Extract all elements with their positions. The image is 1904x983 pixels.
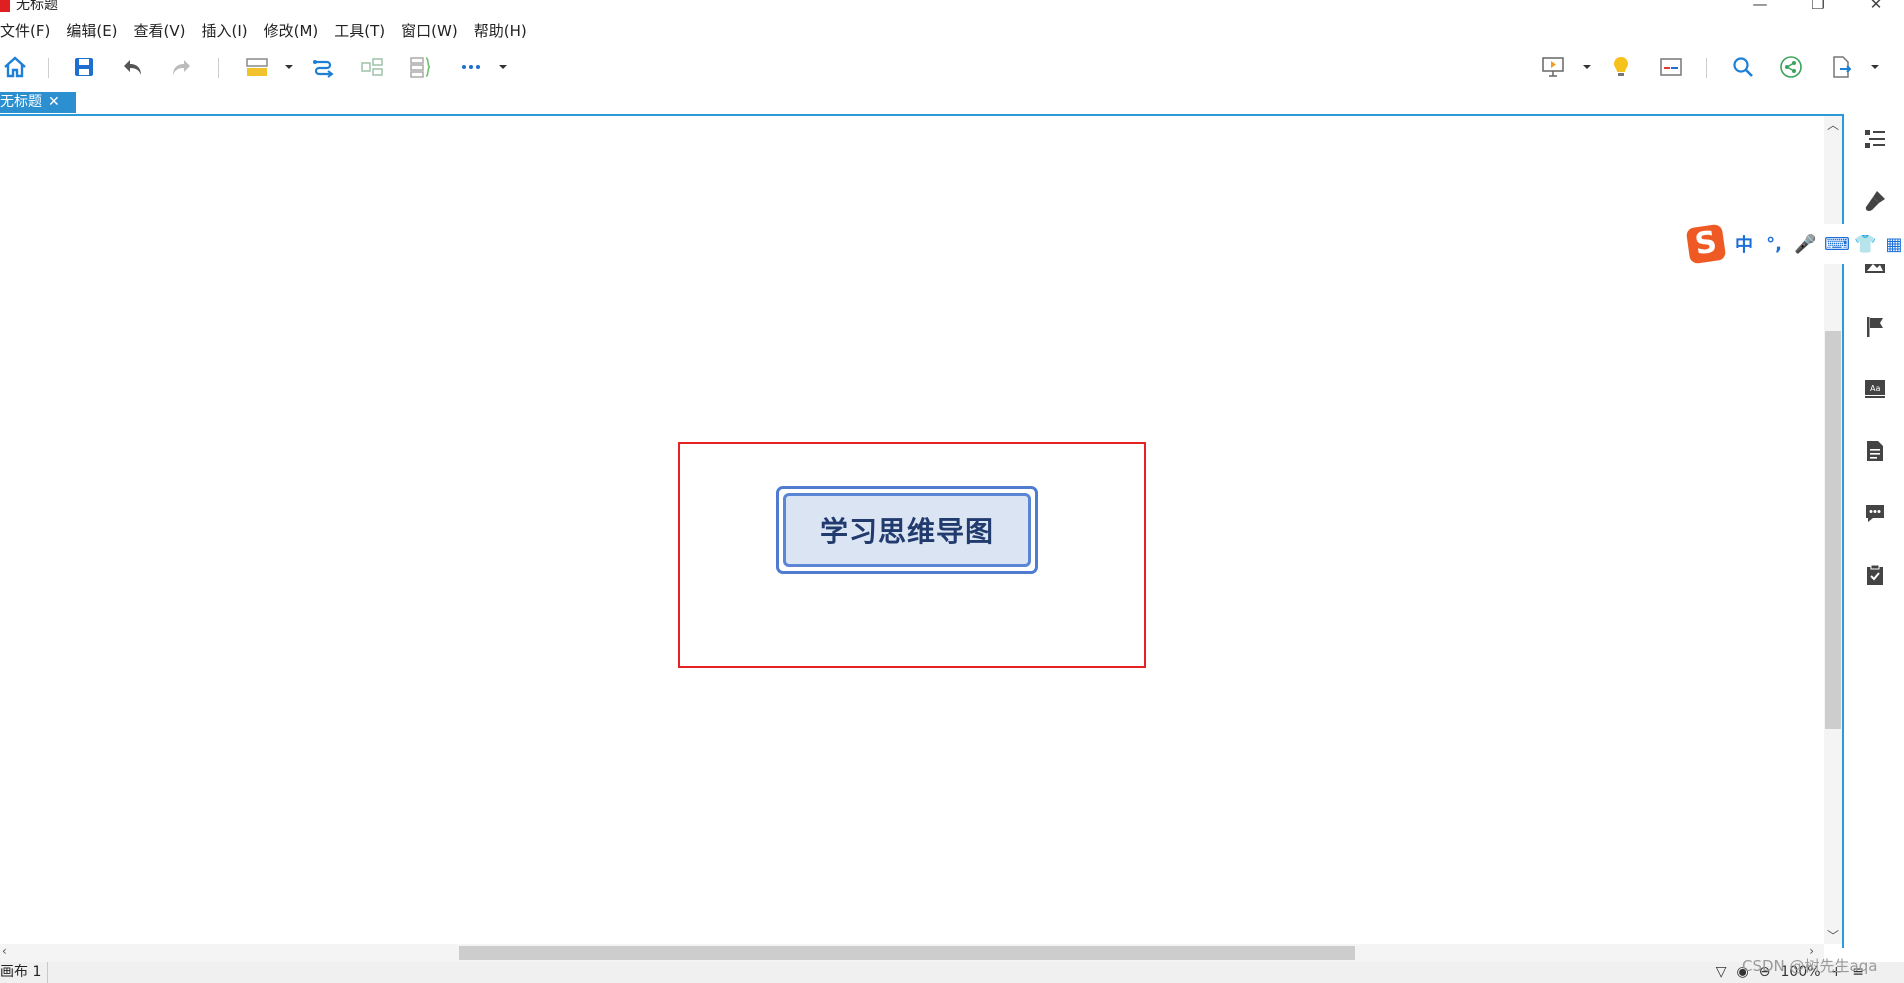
ime-voice-icon[interactable]: 🎤 [1794,234,1816,255]
redo-icon[interactable] [166,52,196,82]
minimize-button[interactable]: — [1740,0,1780,13]
format-brush-icon[interactable] [1862,188,1888,214]
window-title: 无标题 [16,0,58,13]
close-window-button[interactable]: ✕ [1856,0,1896,13]
home-icon[interactable] [0,52,30,82]
undo-icon[interactable] [118,52,148,82]
scroll-up-icon[interactable]: ︿ [1824,116,1842,133]
ime-toolbar: S 中 °, 🎤 ⌨ 👕 ▦ [1685,223,1904,265]
scroll-left-icon[interactable]: ‹ [2,944,7,958]
presentation-dropdown-icon[interactable] [1580,58,1594,76]
ime-chinese-mode[interactable]: 中 [1734,231,1754,257]
watermark: CSDN @树先生aqa [1742,957,1878,975]
outline-icon[interactable] [1656,52,1686,82]
central-topic-label: 学习思维导图 [783,493,1031,567]
filter-icon[interactable]: ▽ [1716,962,1727,983]
comment-icon[interactable] [1862,500,1888,526]
insert-topic-icon[interactable] [242,52,272,82]
maximize-button[interactable]: ❐ [1798,0,1838,13]
title-bar: 无标题 — ❐ ✕ [0,0,1904,14]
horizontal-scroll-thumb[interactable] [459,946,1355,960]
relationship-icon[interactable] [308,52,338,82]
ime-skin-icon[interactable]: 👕 [1854,234,1876,255]
menu-bar: 文件(F) 编辑(E) 查看(V) 插入(I) 修改(M) 工具(T) 窗口(W… [0,20,537,42]
central-topic[interactable]: 学习思维导图 [776,486,1038,574]
tab-bar: 无标题 ✕ [0,92,1904,114]
menu-window[interactable]: 窗口(W) [395,20,466,42]
task-icon[interactable] [1862,562,1888,588]
menu-insert[interactable]: 插入(I) [196,20,256,42]
scroll-down-icon[interactable]: ﹀ [1824,927,1842,944]
marker-flag-icon[interactable] [1862,314,1888,340]
menu-file[interactable]: 文件(F) [0,20,58,42]
tab-close-icon[interactable]: ✕ [48,92,60,113]
export-icon[interactable] [1826,52,1856,82]
sheet-tab[interactable]: 画布 1 [0,962,49,983]
app-logo-icon [0,0,10,12]
ime-punctuation[interactable]: °, [1764,234,1784,255]
menu-tools[interactable]: 工具(T) [328,20,393,42]
toolbar [0,44,1904,92]
ime-toolbox-icon[interactable]: ▦ [1884,234,1904,255]
search-icon[interactable] [1728,52,1758,82]
text-style-icon[interactable]: Aa [1862,376,1888,402]
vertical-scroll-thumb[interactable] [1825,331,1841,729]
idea-icon[interactable] [1606,52,1636,82]
insert-topic-dropdown-icon[interactable] [282,58,296,76]
save-icon[interactable] [69,52,99,82]
more-icon[interactable] [456,52,486,82]
boundary-icon[interactable] [405,52,435,82]
menu-help[interactable]: 帮助(H) [468,20,535,42]
presentation-icon[interactable] [1538,52,1568,82]
menu-view[interactable]: 查看(V) [128,20,194,42]
horizontal-scrollbar[interactable]: ‹ › [0,944,1824,962]
tab-label: 无标题 [0,94,42,110]
summary-icon[interactable] [357,52,387,82]
ime-keyboard-icon[interactable]: ⌨ [1824,234,1850,255]
svg-text:Aa: Aa [1870,384,1880,393]
menu-modify[interactable]: 修改(M) [258,20,327,42]
outline-panel-icon[interactable] [1862,126,1888,152]
export-dropdown-icon[interactable] [1868,58,1882,76]
notes-icon[interactable] [1862,438,1888,464]
sogou-logo-icon[interactable]: S [1685,223,1727,265]
more-dropdown-icon[interactable] [496,58,510,76]
menu-edit[interactable]: 编辑(E) [60,20,125,42]
share-icon[interactable] [1776,52,1806,82]
tab-untitled[interactable]: 无标题 ✕ [0,92,76,113]
status-bar: 画布 1 ▽ ◉ ⊖ 100% + ≡ [0,962,1904,983]
